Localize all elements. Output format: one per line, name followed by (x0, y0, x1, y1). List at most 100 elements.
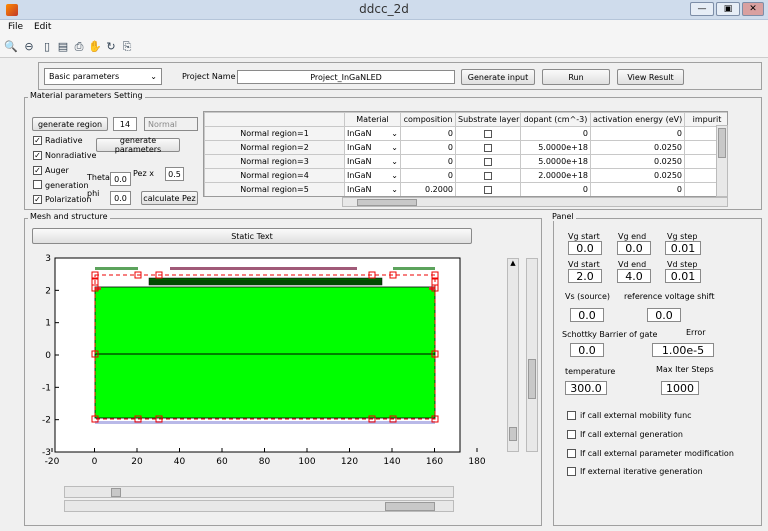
composition-cell[interactable]: 0 (400, 126, 456, 141)
generate-input-button[interactable]: Generate input (461, 69, 535, 85)
x-tick-label: -20 (45, 457, 60, 467)
dopant-cell[interactable]: 2.0000e+18 (520, 168, 591, 183)
vs-source-input[interactable]: 0.0 (570, 308, 604, 322)
property-editor-icon[interactable]: ▤ (56, 40, 70, 54)
plot-horizontal-scrollbar-top[interactable] (64, 486, 454, 498)
dopant-cell[interactable]: 0 (520, 182, 591, 196)
print-icon[interactable]: ⎙ (72, 40, 86, 54)
nonradiative-checkbox[interactable]: ✓ (33, 151, 42, 160)
x-tick-label: 80 (259, 457, 271, 467)
table-corner (204, 112, 345, 127)
calculate-pez-button[interactable]: calculate Pez (141, 191, 198, 205)
activation-cell[interactable]: 0.0250 (590, 154, 685, 169)
substrate-cell[interactable] (455, 140, 521, 155)
zoom-in-icon[interactable]: 🔍 (4, 40, 18, 54)
vg-start-input[interactable]: 0.0 (568, 241, 602, 255)
radiative-checkbox[interactable]: ✓ (33, 136, 42, 145)
close-button[interactable]: ✕ (742, 2, 764, 16)
x-tick-label: 100 (298, 457, 315, 467)
region-type-input[interactable]: Normal (144, 117, 198, 131)
external-parameter-checkbox[interactable] (567, 449, 576, 458)
temperature-label: temperature (565, 367, 616, 376)
menu-edit[interactable]: Edit (34, 22, 51, 32)
row-header: Normal region=3 (204, 154, 345, 169)
substrate-cell[interactable] (455, 168, 521, 183)
minimize-button[interactable]: — (690, 2, 714, 16)
generation-checkbox[interactable] (33, 180, 42, 189)
figure-icon[interactable]: ▯ (40, 40, 54, 54)
theta-input[interactable]: 0.0 (110, 172, 131, 186)
rotate-icon[interactable]: ↻ (104, 40, 118, 54)
mode-dropdown[interactable]: Basic parameters ⌄ (44, 68, 162, 85)
vg-end-input[interactable]: 0.0 (617, 241, 651, 255)
external-generation-checkbox[interactable] (567, 430, 576, 439)
temperature-input[interactable]: 300.0 (565, 381, 607, 395)
external-iterative-checkbox[interactable] (567, 467, 576, 476)
activation-cell[interactable]: 0.0250 (590, 140, 685, 155)
composition-cell[interactable]: 0 (400, 168, 456, 183)
reference-voltage-input[interactable]: 0.0 (647, 308, 681, 322)
substrate-cell[interactable] (455, 126, 521, 141)
material-cell[interactable]: InGaN ⌄ (344, 168, 401, 183)
auger-checkbox[interactable]: ✓ (33, 166, 42, 175)
composition-cell[interactable]: 0 (400, 154, 456, 169)
phi-label: phi (87, 189, 100, 198)
external-iterative-label: If external iterative generation (580, 467, 703, 476)
view-result-button[interactable]: View Result (617, 69, 684, 85)
material-cell[interactable]: InGaN ⌄ (344, 182, 401, 196)
polarization-checkbox[interactable]: ✓ (33, 195, 42, 204)
menu-file[interactable]: File (8, 22, 23, 32)
print-preview-icon[interactable]: ⎘ (120, 40, 134, 54)
run-button[interactable]: Run (542, 69, 610, 85)
generate-parameters-button[interactable]: generate parameters (96, 136, 180, 154)
schottky-barrier-input[interactable]: 0.0 (570, 343, 604, 357)
max-iter-input[interactable]: 1000 (661, 381, 699, 395)
menu-bar (0, 20, 768, 36)
table-vertical-scrollbar[interactable] (716, 125, 728, 197)
y-tick-label: -2 (42, 416, 51, 426)
y-tick-label: -3 (42, 448, 51, 458)
error-input[interactable]: 1.00e-5 (652, 343, 714, 357)
vd-end-input[interactable]: 4.0 (617, 269, 651, 283)
material-cell[interactable]: InGaN ⌄ (344, 154, 401, 169)
y-tick-label: -1 (42, 383, 51, 393)
activation-cell[interactable]: 0 (590, 126, 685, 141)
y-tick-label: 1 (45, 319, 51, 329)
phi-input[interactable]: 0.0 (110, 191, 131, 205)
material-cell[interactable]: InGaN ⌄ (344, 140, 401, 155)
vd-end-label: Vd end (618, 260, 647, 269)
material-cell[interactable]: InGaN ⌄ (344, 126, 401, 141)
substrate-cell[interactable] (455, 154, 521, 169)
mesh-plot[interactable]: -20 0 20 40 60 80 100 120 140 160 180 3 2 1 0 -1 -2 -3 (30, 250, 500, 470)
pan-icon[interactable]: ✋ (88, 40, 102, 54)
activation-cell[interactable]: 0 (590, 182, 685, 196)
generate-region-button[interactable]: generate region (32, 117, 108, 131)
region-count-input[interactable]: 14 (113, 117, 137, 131)
plot-vertical-scrollbar-left[interactable]: ▲ (507, 258, 519, 452)
table-horizontal-scrollbar[interactable] (342, 197, 728, 207)
composition-cell[interactable]: 0.2000 (400, 182, 456, 196)
maximize-button[interactable]: ▣ (716, 2, 740, 16)
window-title: ddcc_2d (359, 2, 409, 16)
activation-cell[interactable]: 0.0250 (590, 168, 685, 183)
material-section-title: Material parameters Setting (28, 91, 145, 100)
y-tick-label: 2 (45, 286, 51, 296)
plot-vertical-scrollbar-right[interactable] (526, 258, 538, 452)
plot-horizontal-scrollbar-bottom[interactable] (64, 500, 454, 512)
external-mobility-checkbox[interactable] (567, 411, 576, 420)
zoom-out-icon[interactable]: ⊖ (22, 40, 36, 54)
radiative-label: Radiative (45, 136, 83, 145)
project-name-input[interactable]: Project_InGaNLED (237, 70, 455, 84)
dopant-cell[interactable]: 0 (520, 126, 591, 141)
vg-step-label: Vg step (667, 232, 698, 241)
vg-step-input[interactable]: 0.01 (665, 241, 701, 255)
vd-step-input[interactable]: 0.01 (665, 269, 701, 283)
dopant-cell[interactable]: 5.0000e+18 (520, 154, 591, 169)
composition-cell[interactable]: 0 (400, 140, 456, 155)
arrow-up-icon: ▲ (510, 259, 516, 267)
vd-start-input[interactable]: 2.0 (568, 269, 602, 283)
pez-input[interactable]: 0.5 (165, 167, 184, 181)
dopant-cell[interactable]: 5.0000e+18 (520, 140, 591, 155)
vg-end-label: Vg end (618, 232, 647, 241)
substrate-cell[interactable] (455, 182, 521, 196)
